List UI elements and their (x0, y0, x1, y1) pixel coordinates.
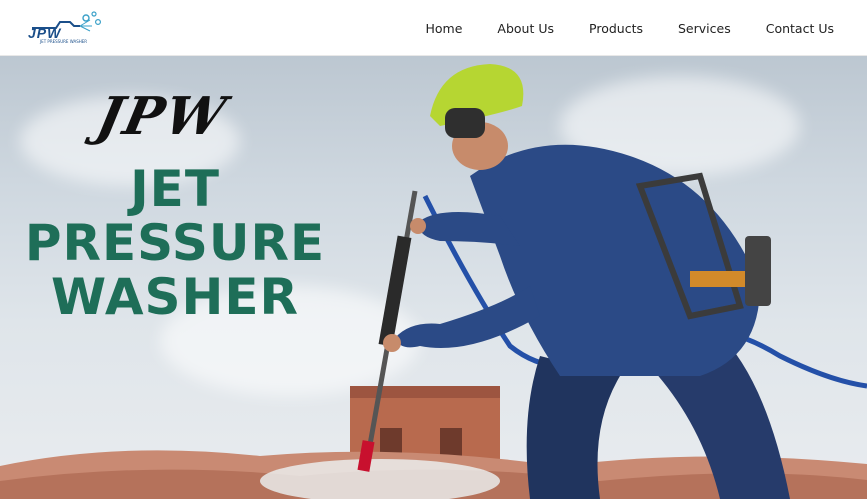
headline-line-3: WASHER (50, 268, 300, 326)
logo[interactable]: JPW JET PRESSURE WASHER (26, 6, 106, 46)
hero-headline: JET PRESSURE WASHER (0, 162, 350, 324)
logo-tagline: JET PRESSURE WASHER (40, 39, 88, 44)
nav-home[interactable]: Home (426, 21, 463, 36)
main-nav: Home About Us Products Services Contact … (391, 0, 835, 56)
headline-line-1: JET (130, 160, 220, 218)
hero-banner: JPW JET PRESSURE WASHER (0, 56, 867, 499)
nav-contact-us[interactable]: Contact Us (766, 21, 834, 36)
nav-products[interactable]: Products (589, 21, 643, 36)
hero-brand-mark: JPW (91, 86, 233, 147)
nav-about-us[interactable]: About Us (497, 21, 554, 36)
headline-line-2: PRESSURE (24, 214, 326, 272)
site-header: JPW JET PRESSURE WASHER Home About Us Pr… (0, 0, 867, 56)
nav-services[interactable]: Services (678, 21, 731, 36)
